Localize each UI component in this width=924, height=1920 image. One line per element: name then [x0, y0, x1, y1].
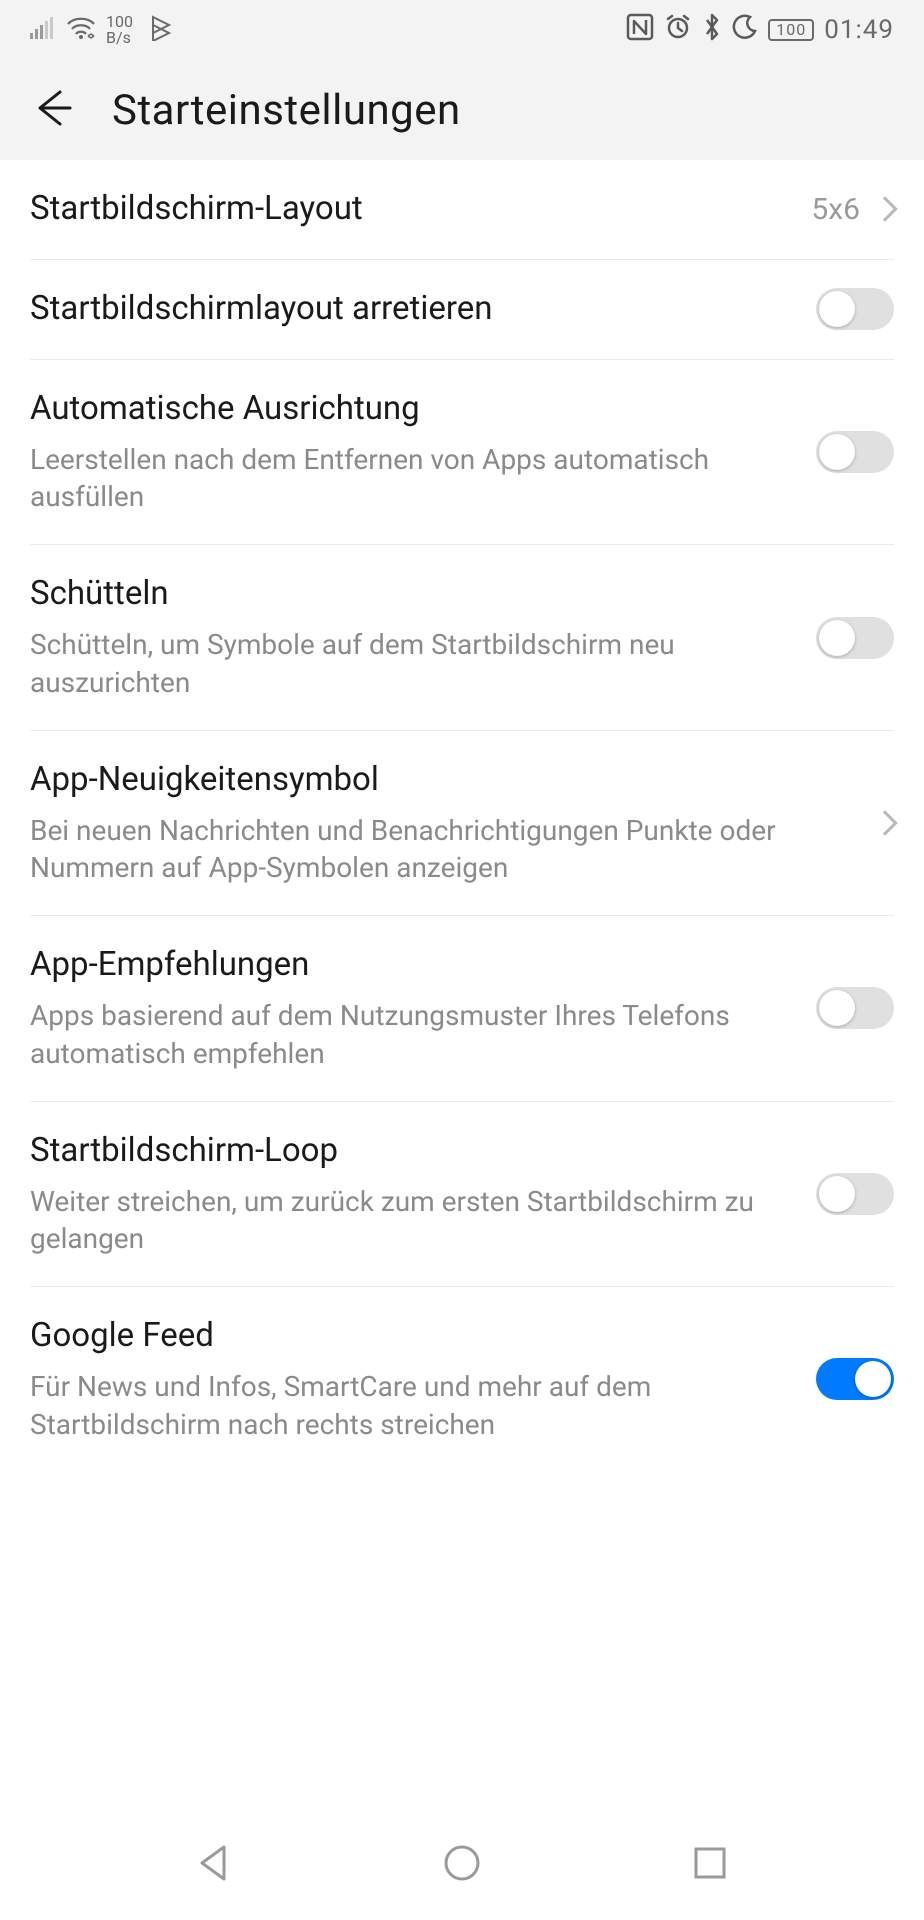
nfc-icon — [626, 13, 654, 48]
row-text: Startbildschirm-Loop Weiter streichen, u… — [30, 1130, 792, 1258]
row-subtitle: Schütteln, um Symbole auf dem Startbilds… — [30, 626, 792, 702]
nav-home-button[interactable] — [440, 1841, 484, 1885]
row-title: App-Empfehlungen — [30, 944, 792, 987]
switch-google-feed[interactable] — [816, 1358, 894, 1400]
row-app-badge[interactable]: App-Neuigkeitensymbol Bei neuen Nachrich… — [30, 731, 894, 916]
row-text: Google Feed Für News und Infos, SmartCar… — [30, 1315, 792, 1443]
dnd-moon-icon — [732, 14, 758, 47]
row-title: Google Feed — [30, 1315, 792, 1358]
speed-bottom: B/s — [106, 30, 133, 46]
row-right — [876, 814, 894, 832]
row-lock-layout: Startbildschirmlayout arretieren — [30, 260, 894, 360]
row-title: Automatische Ausrichtung — [30, 388, 792, 431]
nav-back-button[interactable] — [192, 1841, 236, 1885]
settings-list: Startbildschirm-Layout 5x6 Startbildschi… — [0, 160, 924, 1472]
battery-level: 100 — [776, 22, 806, 38]
row-text: Schütteln Schütteln, um Symbole auf dem … — [30, 573, 792, 701]
app-bar: Starteinstellungen — [0, 60, 924, 160]
row-title: App-Neuigkeitensymbol — [30, 759, 852, 802]
row-subtitle: Leerstellen nach dem Entfernen von Apps … — [30, 441, 792, 517]
row-text: Automatische Ausrichtung Leerstellen nac… — [30, 388, 792, 516]
row-subtitle: Bei neuen Nachrichten und Benachrichtigu… — [30, 812, 852, 888]
row-app-recommendations: App-Empfehlungen Apps basierend auf dem … — [30, 916, 894, 1101]
chevron-right-icon — [872, 197, 897, 222]
row-value: 5x6 — [811, 192, 860, 227]
play-protect-icon — [149, 15, 173, 45]
switch-auto-align[interactable] — [816, 431, 894, 473]
network-speed: 100 B/s — [106, 14, 133, 46]
status-left: 100 B/s — [30, 14, 173, 46]
row-title: Startbildschirm-Loop — [30, 1130, 792, 1173]
status-right: 100 01:49 — [626, 12, 894, 49]
navigation-bar — [0, 1805, 924, 1920]
row-text: App-Neuigkeitensymbol Bei neuen Nachrich… — [30, 759, 852, 887]
row-title: Startbildschirmlayout arretieren — [30, 288, 792, 331]
chevron-right-icon — [872, 810, 897, 835]
row-right: 5x6 — [811, 192, 894, 227]
row-title: Startbildschirm-Layout — [30, 188, 787, 231]
row-home-loop: Startbildschirm-Loop Weiter streichen, u… — [30, 1102, 894, 1287]
nav-recent-button[interactable] — [688, 1841, 732, 1885]
row-text: App-Empfehlungen Apps basierend auf dem … — [30, 944, 792, 1072]
wifi-icon — [66, 16, 96, 44]
row-subtitle: Weiter streichen, um zurück zum ersten S… — [30, 1183, 792, 1259]
status-bar: 100 B/s 100 01:49 — [0, 0, 924, 60]
row-title: Schütteln — [30, 573, 792, 616]
signal-icon — [30, 17, 56, 43]
row-google-feed: Google Feed Für News und Infos, SmartCar… — [30, 1287, 894, 1471]
row-text: Startbildschirmlayout arretieren — [30, 288, 792, 331]
row-auto-align: Automatische Ausrichtung Leerstellen nac… — [30, 360, 894, 545]
row-home-layout[interactable]: Startbildschirm-Layout 5x6 — [30, 160, 894, 260]
row-text: Startbildschirm-Layout — [30, 188, 787, 231]
alarm-icon — [664, 13, 692, 48]
clock: 01:49 — [824, 15, 894, 45]
bluetooth-icon — [702, 12, 722, 49]
back-button[interactable] — [30, 86, 74, 134]
row-shake: Schütteln Schütteln, um Symbole auf dem … — [30, 545, 894, 730]
battery-icon: 100 — [768, 19, 814, 41]
switch-lock-layout[interactable] — [816, 288, 894, 330]
switch-app-recommendations[interactable] — [816, 987, 894, 1029]
row-subtitle: Für News und Infos, SmartCare und mehr a… — [30, 1368, 792, 1444]
switch-shake[interactable] — [816, 617, 894, 659]
switch-home-loop[interactable] — [816, 1173, 894, 1215]
row-subtitle: Apps basierend auf dem Nutzungsmuster Ih… — [30, 997, 792, 1073]
page-title: Starteinstellungen — [112, 86, 461, 135]
